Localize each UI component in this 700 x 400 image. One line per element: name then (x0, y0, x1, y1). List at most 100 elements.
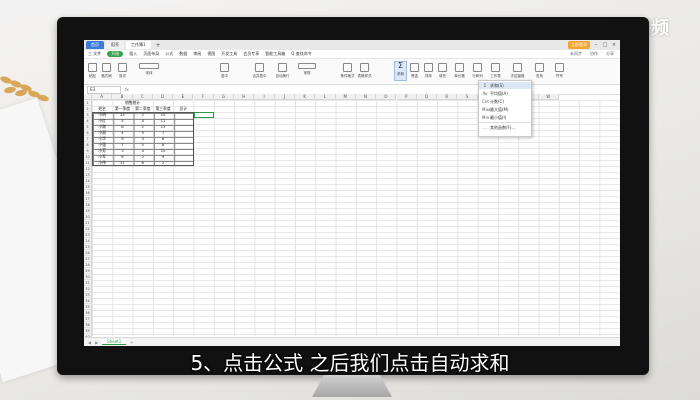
menu-member[interactable]: 会员专享 (243, 51, 259, 57)
fill-button[interactable]: 填充 (437, 62, 448, 80)
tab-home[interactable]: 首页 (86, 41, 104, 49)
table-header-cell[interactable]: 总计 (173, 106, 193, 112)
collaborate-button[interactable]: 协作 (590, 51, 598, 57)
sum-icon: Σ (483, 83, 487, 88)
menu-developer[interactable]: 开发工具 (221, 51, 237, 57)
login-button[interactable]: 立即登录 (568, 41, 590, 49)
rows-columns-button[interactable]: 行和列 (472, 62, 483, 80)
column-header[interactable]: I (254, 94, 275, 100)
menu-insert[interactable]: 插入 (129, 51, 137, 57)
menu-other-functions[interactable]: … 其他函数(F)... (479, 124, 531, 131)
spreadsheet-grid[interactable]: ABCDEFGHIJKLMNOPQRSTUVW12345678910111213… (84, 94, 620, 340)
symbol-icon (555, 63, 564, 72)
column-header[interactable]: K (295, 94, 316, 100)
column-header[interactable]: L (315, 94, 336, 100)
rows-columns-icon (473, 63, 482, 72)
sheet-tab[interactable]: Sheet1 (102, 339, 127, 345)
table-cell[interactable]: 小伟 (92, 160, 112, 166)
table-cell[interactable]: 31 (112, 160, 132, 166)
filter-button[interactable]: 筛选 (409, 62, 420, 80)
freeze-panes-button[interactable]: 冻结窗格 (511, 62, 525, 80)
name-box[interactable]: E3 (87, 85, 121, 94)
column-header[interactable]: H (234, 94, 255, 100)
menu-divider (479, 122, 531, 123)
column-header[interactable]: N (355, 94, 377, 100)
column-header[interactable]: D (152, 94, 174, 100)
menu-file[interactable]: 三 文件 (88, 51, 101, 57)
fill-icon (438, 63, 447, 72)
new-tab-icon[interactable]: + (153, 42, 164, 49)
autosum-button[interactable]: Σ 求和 (394, 61, 407, 81)
tab-docer[interactable]: 稻壳 (106, 41, 124, 49)
paste-button[interactable]: 粘贴 (87, 62, 98, 80)
menu-min[interactable]: Min 最小值(I) (479, 114, 531, 121)
column-header[interactable]: O (376, 94, 397, 100)
menu-view[interactable]: 视图 (207, 51, 215, 57)
sort-button[interactable]: 排序 (423, 62, 434, 80)
column-header[interactable]: P (396, 94, 417, 100)
menu-formula[interactable]: 公式 (165, 51, 173, 57)
ribbon-toolbar: 粘贴 格式刷 剪切 宋体 居中 合并居中 自动换行 常规 条件格式 表格样式 Σ… (84, 59, 620, 85)
sheet-prev-icon[interactable]: ◀ (88, 340, 91, 345)
close-icon[interactable]: × (611, 42, 617, 48)
column-header[interactable]: J (274, 94, 295, 100)
number-format-select[interactable]: 常规 (297, 62, 317, 80)
column-header[interactable]: S (457, 94, 478, 100)
menu-page-layout[interactable]: 页面布局 (143, 51, 159, 57)
merge-center-button[interactable]: 合并居中 (253, 62, 267, 80)
menu-data[interactable]: 数据 (179, 51, 187, 57)
font-select[interactable]: 宋体 (138, 62, 160, 80)
find-button[interactable]: 查找 (534, 62, 545, 80)
table-cell[interactable]: 2 (153, 160, 173, 166)
column-header[interactable]: M (335, 94, 356, 100)
sync-status[interactable]: 未同步 (570, 51, 582, 57)
table-cell[interactable]: 6 (133, 160, 153, 166)
menu-average[interactable]: Av 平均值(A) (479, 90, 531, 97)
search-command[interactable]: Q 查找命令 (291, 51, 311, 57)
brush-icon (102, 63, 111, 72)
autosum-dropdown: Σ 求和(S) Av 平均值(A) Cnt 计数(C) Max 最大值(M) Min 最小… (478, 80, 532, 137)
minimize-icon[interactable]: – (593, 42, 599, 48)
wrap-text-button[interactable]: 自动换行 (276, 62, 290, 80)
count-icon: Cnt (482, 99, 489, 104)
average-icon: Av (482, 91, 488, 96)
video-subtitle: 5、点击公式 之后我们点击自动求和 (190, 351, 510, 375)
wrap-icon (278, 63, 287, 72)
worksheet-icon (491, 63, 500, 72)
sheet-next-icon[interactable]: ▶ (95, 340, 98, 345)
maximize-icon[interactable]: □ (602, 42, 608, 48)
menu-start[interactable]: 开始 (107, 51, 124, 57)
min-icon: Min (482, 115, 490, 120)
menu-review[interactable]: 审阅 (193, 51, 201, 57)
add-sheet-icon[interactable]: + (130, 340, 133, 345)
more-icon: … (483, 125, 487, 130)
conditional-format-button[interactable]: 条件格式 (341, 62, 355, 80)
fx-icon[interactable]: fx (125, 87, 129, 92)
column-header[interactable]: F (193, 94, 214, 100)
share-button[interactable]: 分享 (606, 51, 614, 57)
cut-button[interactable]: 剪切 (117, 62, 128, 80)
tab-workbook[interactable]: 工作簿1 (126, 41, 151, 49)
column-header[interactable]: G (213, 94, 235, 100)
column-header[interactable]: R (437, 94, 458, 100)
sort-icon (424, 63, 433, 72)
column-header[interactable]: A (92, 94, 113, 100)
conditional-format-icon (343, 63, 352, 72)
column-header[interactable]: Q (416, 94, 438, 100)
format-painter-button[interactable]: 格式刷 (101, 62, 112, 80)
spreadsheet-window: 首页 稻壳 工作簿1 + 立即登录 – □ × 三 文件 开始 插入 页面布局 … (84, 40, 620, 346)
menu-smart-tools[interactable]: 智能工具箱 (265, 51, 285, 57)
menu-max[interactable]: Max 最大值(M) (479, 106, 531, 113)
filter-icon (410, 63, 419, 72)
menu-sum[interactable]: Σ 求和(S) (479, 82, 531, 89)
menu-count[interactable]: Cnt 计数(C) (479, 98, 531, 105)
align-center-button[interactable]: 居中 (219, 62, 230, 80)
cells-button[interactable]: 单元格 (454, 62, 465, 80)
active-cell[interactable] (194, 112, 214, 118)
worksheet-button[interactable]: 工作表 (490, 62, 501, 80)
table-style-button[interactable]: 表格样式 (358, 62, 372, 80)
symbol-button[interactable]: 符号 (554, 62, 565, 80)
column-header[interactable]: W (538, 94, 559, 100)
column-header[interactable]: E (173, 94, 194, 100)
paste-icon (88, 63, 97, 72)
